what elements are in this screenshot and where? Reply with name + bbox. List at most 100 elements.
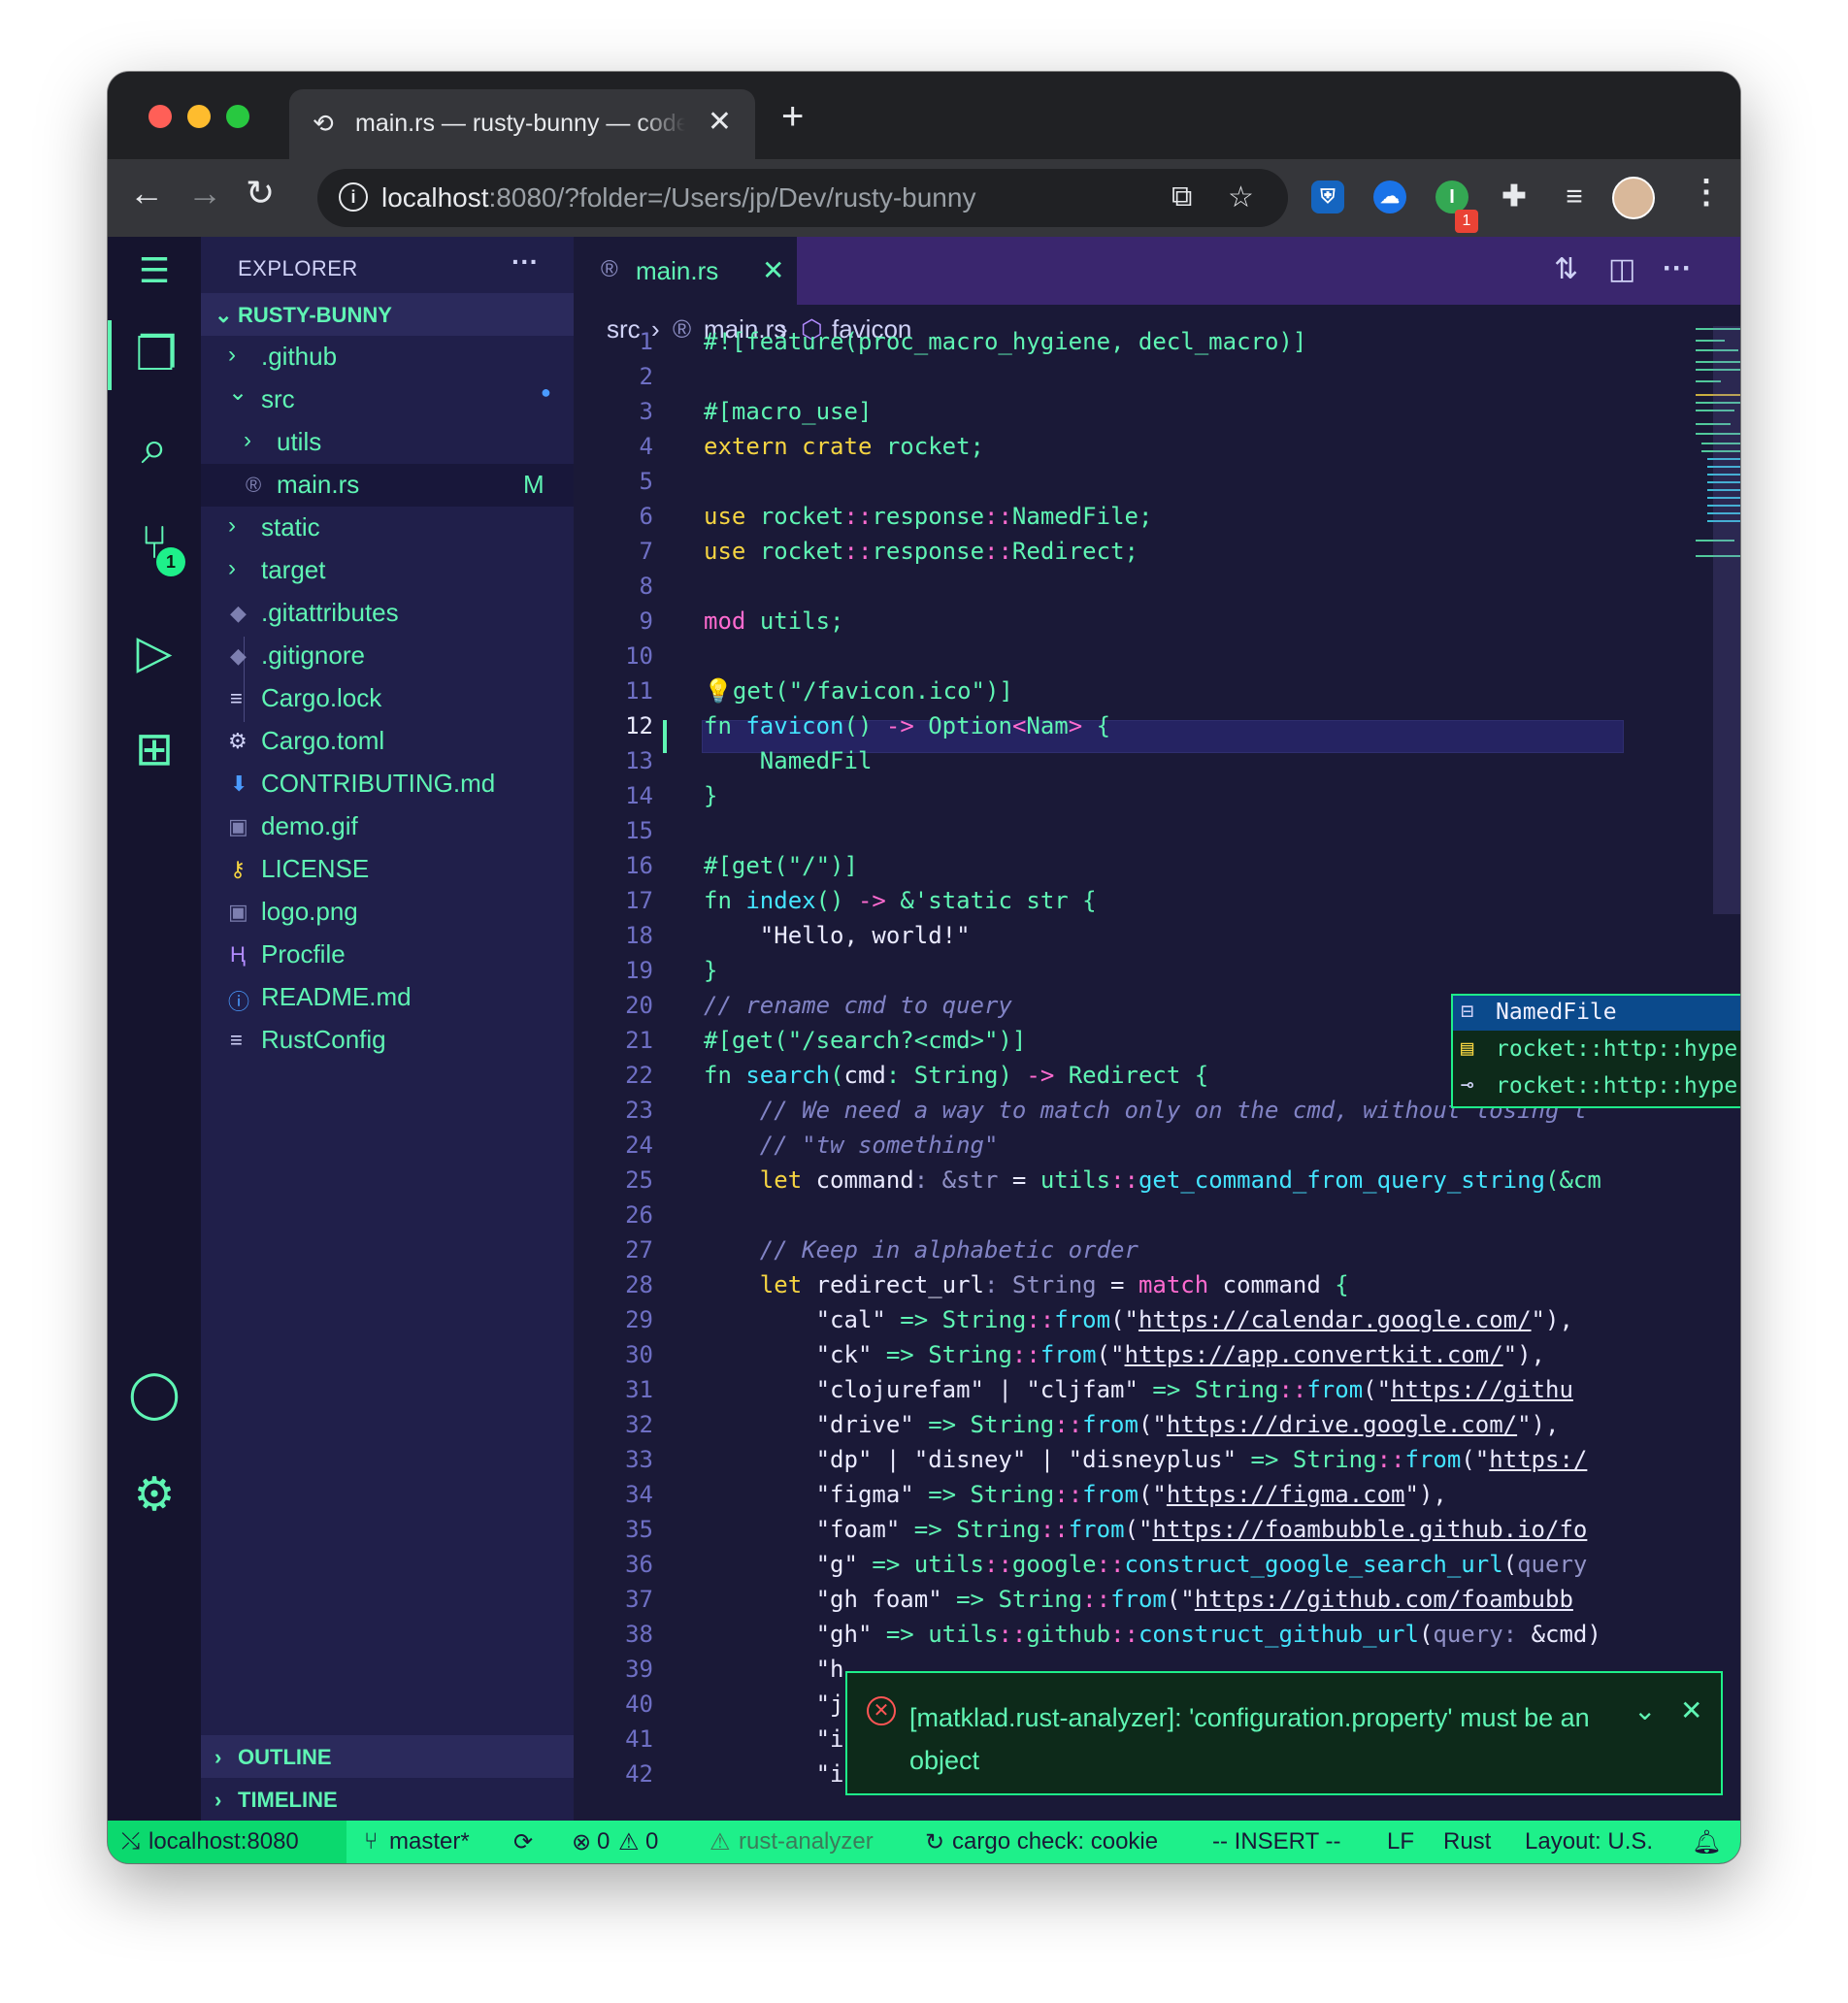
- code-line: #[macro_use]: [704, 398, 873, 425]
- browser-tabstrip: ⟲ main.rs — rusty-bunny — code-server ✕ …: [108, 72, 1740, 159]
- line-ending[interactable]: LF: [1387, 1828, 1414, 1855]
- git-branch[interactable]: master*: [389, 1828, 470, 1855]
- error-icon: ✕: [867, 1696, 896, 1725]
- suggestion-item[interactable]: ▤ rocket::http::hyper::header::ProtocolN…: [1453, 1033, 1740, 1067]
- timeline-section-header[interactable]: › TIMELINE: [201, 1778, 574, 1821]
- forward-arrow-icon[interactable]: →: [187, 173, 222, 213]
- keyboard-layout[interactable]: Layout: U.S.: [1525, 1828, 1653, 1855]
- settings-gear-icon[interactable]: ⚙: [108, 1467, 201, 1522]
- media-queue-icon[interactable]: ≡: [1558, 181, 1591, 213]
- zoom-window-button[interactable]: [226, 105, 249, 128]
- source-control-icon[interactable]: ⑂: [108, 516, 201, 570]
- vertical-scrollbar[interactable]: [1713, 326, 1740, 914]
- tree-item-procfile[interactable]: Ⱨ Procfile: [201, 934, 574, 976]
- explorer-more-icon[interactable]: ···: [512, 246, 539, 278]
- tree-item-main-rs[interactable]: ® main.rs M: [201, 464, 574, 507]
- code-line: #[get("/search?<cmd>")]: [704, 1027, 1027, 1054]
- vim-mode: -- INSERT --: [1212, 1828, 1341, 1855]
- menu-icon[interactable]: ☰: [108, 250, 201, 291]
- sync-icon[interactable]: ⟳: [513, 1828, 533, 1856]
- copy-files-icon[interactable]: ❐: [108, 320, 201, 390]
- rust-analyzer-status[interactable]: rust-analyzer: [739, 1828, 874, 1855]
- tree-item-rustconfig[interactable]: ≡ RustConfig: [201, 1019, 574, 1062]
- code-line: "dp" | "disney" | "disneyplus" => String…: [704, 1446, 1588, 1473]
- language-mode[interactable]: Rust: [1443, 1828, 1491, 1855]
- new-tab-button[interactable]: +: [781, 95, 804, 139]
- line-number: 16: [625, 852, 653, 879]
- modified-line-gutter: [663, 720, 667, 753]
- code-line: "foam" => String::from("https://foambubb…: [704, 1516, 1588, 1543]
- error-count[interactable]: 0: [597, 1828, 610, 1855]
- tree-item-gitattributes[interactable]: ◆ .gitattributes: [201, 592, 574, 635]
- split-editor-icon[interactable]: ◫: [1608, 252, 1635, 286]
- line-number: 11: [625, 677, 653, 705]
- code-line: use rocket::response::NamedFile;: [704, 503, 1153, 530]
- close-icon[interactable]: ✕: [762, 254, 784, 286]
- line-number: 17: [625, 887, 653, 914]
- tree-item-static[interactable]: › static: [201, 507, 574, 549]
- url-text[interactable]: localhost:8080/?folder=/Users/jp/Dev/rus…: [381, 182, 975, 213]
- code-line: "clojurefam" | "cljfam" => String::from(…: [704, 1376, 1573, 1403]
- tree-item-utils[interactable]: › utils: [201, 421, 574, 464]
- close-icon[interactable]: ✕: [1680, 1694, 1702, 1726]
- tree-item-readme[interactable]: ⓘ README.md: [201, 976, 574, 1019]
- warning-count[interactable]: 0: [645, 1828, 658, 1855]
- tree-item-github[interactable]: › .github: [201, 336, 574, 378]
- browser-tab[interactable]: ⟲ main.rs — rusty-bunny — code-server ✕: [289, 89, 755, 159]
- tree-item-logo-png[interactable]: ▣ logo.png: [201, 891, 574, 934]
- extension-i-icon[interactable]: I: [1436, 181, 1468, 213]
- line-number: 26: [625, 1201, 653, 1229]
- tree-item-demo-gif[interactable]: ▣ demo.gif: [201, 805, 574, 848]
- tree-item-contributing[interactable]: ⬇ CONTRIBUTING.md: [201, 763, 574, 805]
- code-line: "gh foam" => String::from("https://githu…: [704, 1586, 1573, 1613]
- extensions-puzzle-icon[interactable]: ✚: [1498, 181, 1531, 213]
- profile-avatar[interactable]: [1612, 177, 1655, 219]
- cloud-extension-icon[interactable]: ☁: [1373, 181, 1406, 213]
- open-external-icon[interactable]: ⧉: [1172, 181, 1192, 213]
- workspace-root-folder[interactable]: ⌄ RUSTY-BUNNY: [201, 293, 574, 336]
- notifications-bell-icon[interactable]: 🔔︎: [1692, 1828, 1721, 1856]
- back-arrow-icon[interactable]: ←: [129, 173, 164, 213]
- minimize-window-button[interactable]: [187, 105, 211, 128]
- more-actions-icon[interactable]: ···: [1663, 252, 1692, 285]
- line-number: 4: [639, 433, 653, 460]
- text-file-icon: ≡: [230, 686, 243, 710]
- close-window-button[interactable]: [148, 105, 172, 128]
- site-info-icon[interactable]: i: [339, 182, 368, 212]
- bookmark-star-icon[interactable]: ☆: [1228, 181, 1254, 214]
- search-icon[interactable]: ⌕: [108, 421, 201, 476]
- line-number: 13: [625, 747, 653, 774]
- code-line: "i: [704, 1725, 844, 1753]
- reload-icon[interactable]: ↻: [246, 173, 275, 213]
- tree-item-target[interactable]: › target: [201, 549, 574, 592]
- tree-item-gitignore[interactable]: ◆ .gitignore: [201, 635, 574, 677]
- line-number: 39: [625, 1656, 653, 1683]
- remote-indicator[interactable]: ⤯ localhost:8080: [108, 1821, 346, 1863]
- extensions-icon[interactable]: ⊞: [108, 722, 201, 776]
- compare-changes-icon[interactable]: ⇅: [1554, 252, 1578, 286]
- tree-item-license[interactable]: ⚷ LICENSE: [201, 848, 574, 891]
- tab-close-icon[interactable]: ✕: [708, 105, 732, 139]
- line-number: 31: [625, 1376, 653, 1403]
- line-number: 40: [625, 1691, 653, 1718]
- browser-window: ⟲ main.rs — rusty-bunny — code-server ✕ …: [108, 72, 1740, 1863]
- tree-item-src[interactable]: ⌄ src ●: [201, 378, 574, 421]
- explorer-sidebar: EXPLORER ··· ⌄ RUSTY-BUNNY › .github ⌄ s…: [201, 237, 574, 1821]
- line-number: 22: [625, 1062, 653, 1089]
- run-debug-icon[interactable]: ▷: [108, 625, 201, 679]
- code-line: mod utils;: [704, 607, 844, 635]
- tree-item-cargo-lock[interactable]: ≡ Cargo.lock: [201, 677, 574, 720]
- suggestion-item[interactable]: ⊟ NamedFile: [1453, 996, 1740, 1031]
- code-line: NamedFil: [759, 747, 873, 774]
- address-bar[interactable]: i localhost:8080/?folder=/Users/jp/Dev/r…: [317, 169, 1288, 227]
- chevron-down-icon[interactable]: ⌄: [1634, 1694, 1656, 1726]
- bitwarden-extension-icon[interactable]: ⛨: [1311, 181, 1344, 213]
- suggestion-item[interactable]: ⊸ rocket::http::hyper::net::NetworkStrea…: [1453, 1069, 1740, 1104]
- tree-item-cargo-toml[interactable]: ⚙ Cargo.toml: [201, 720, 574, 763]
- cargo-check-status[interactable]: cargo check: cookie: [952, 1828, 1158, 1855]
- notification-message: [matklad.rust-analyzer]: 'configuration.…: [909, 1703, 1590, 1775]
- outline-section-header[interactable]: › OUTLINE: [201, 1735, 574, 1778]
- browser-menu-icon[interactable]: ⋮: [1690, 173, 1723, 212]
- account-icon[interactable]: ◯: [108, 1366, 201, 1421]
- editor-tab-main-rs[interactable]: ® main.rs ✕: [574, 237, 797, 305]
